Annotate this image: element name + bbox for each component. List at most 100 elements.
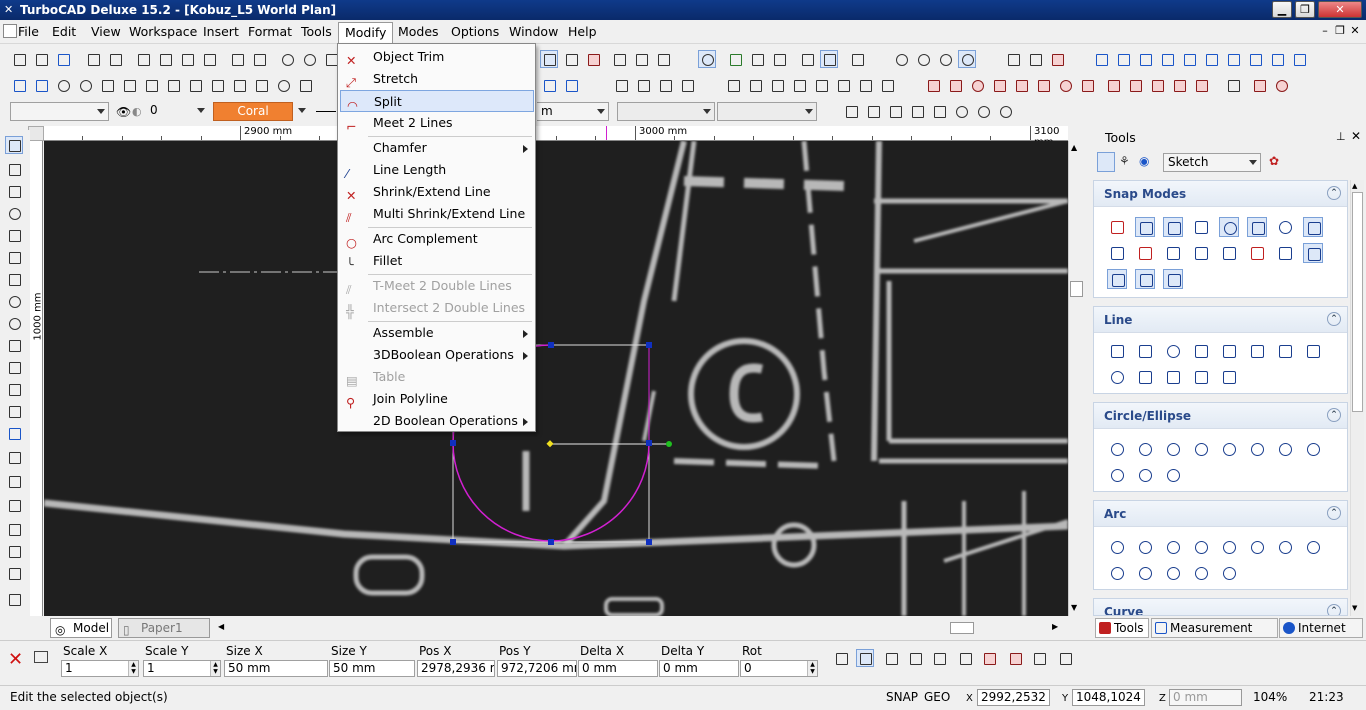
panel-scroll-up-icon[interactable]: ▲ bbox=[1352, 182, 1357, 190]
rectangle-tool-icon[interactable] bbox=[5, 226, 23, 244]
circle-tangent-arc-icon[interactable] bbox=[1303, 439, 1323, 459]
multi-trim-icon[interactable] bbox=[1192, 76, 1210, 94]
scale-icon[interactable] bbox=[656, 76, 674, 94]
rotated-rectangle-icon[interactable] bbox=[1247, 341, 1267, 361]
target-icon[interactable] bbox=[274, 76, 292, 94]
edit-tool-7-icon[interactable] bbox=[980, 649, 998, 667]
ortho-icon[interactable] bbox=[820, 50, 838, 68]
paint-tool-icon[interactable] bbox=[5, 542, 23, 560]
scale-x-field[interactable]: 1 ▲ ▼ bbox=[61, 660, 139, 677]
cylinder-icon[interactable] bbox=[32, 76, 50, 94]
arc-trim-icon[interactable] bbox=[968, 76, 986, 94]
measure-icon[interactable] bbox=[1026, 50, 1044, 68]
rotated-ellipse-icon[interactable] bbox=[1135, 465, 1155, 485]
horizontal-scrollbar[interactable]: ◀ ▶ bbox=[214, 620, 1064, 636]
box-tool-icon[interactable] bbox=[5, 358, 23, 376]
settings-icon[interactable] bbox=[1048, 50, 1066, 68]
snap-toggle-icon[interactable] bbox=[540, 50, 558, 68]
view-side-icon[interactable] bbox=[654, 50, 672, 68]
arc-rotated-icon[interactable] bbox=[1191, 563, 1211, 583]
text-tool-icon[interactable] bbox=[5, 402, 23, 420]
cut-icon[interactable] bbox=[134, 50, 152, 68]
panel-globe-icon[interactable]: ◉ bbox=[1139, 154, 1155, 170]
print-icon[interactable] bbox=[84, 50, 102, 68]
snap-perpendicular-icon[interactable] bbox=[1163, 243, 1183, 263]
cleanup-icon[interactable] bbox=[1250, 76, 1268, 94]
arc-concentric-icon[interactable] bbox=[1135, 537, 1155, 557]
print-preview-icon[interactable] bbox=[106, 50, 124, 68]
wireframe-icon[interactable] bbox=[914, 50, 932, 68]
snap-angle-icon[interactable] bbox=[1163, 269, 1183, 289]
single-line-icon[interactable] bbox=[1107, 341, 1127, 361]
snap-fraction-icon[interactable] bbox=[1135, 269, 1155, 289]
menu-3dboolean-operations[interactable]: 3DBoolean Operations bbox=[340, 344, 534, 366]
pin-icon[interactable]: ⊥ bbox=[1336, 130, 1346, 143]
multi-extend-icon[interactable] bbox=[1170, 76, 1188, 94]
menu-fillet[interactable]: ╰ Fillet bbox=[340, 250, 534, 272]
curve-tool-icon[interactable] bbox=[5, 270, 23, 288]
subtract-icon[interactable] bbox=[562, 76, 580, 94]
scroll-right-icon[interactable]: ▶ bbox=[1052, 622, 1058, 631]
tab-model[interactable]: ◎ Model bbox=[50, 618, 112, 638]
menu-arc-complement[interactable]: ○ Arc Complement bbox=[340, 228, 534, 250]
wedge-icon[interactable] bbox=[120, 76, 138, 94]
snap-align-icon[interactable] bbox=[1247, 243, 1267, 263]
trim-tool-icon[interactable] bbox=[5, 496, 23, 514]
snap-tangent-icon[interactable] bbox=[974, 102, 992, 120]
trim-icon[interactable] bbox=[924, 76, 942, 94]
view-back-icon[interactable] bbox=[1202, 50, 1220, 68]
mdi-close-icon[interactable]: ✕ bbox=[1348, 24, 1362, 37]
snap-center-circle-icon[interactable] bbox=[1275, 217, 1295, 237]
shade-icon[interactable] bbox=[892, 50, 910, 68]
tab-measurement-info[interactable]: Measurement Info bbox=[1151, 618, 1278, 653]
concentric-circle-icon[interactable] bbox=[1135, 439, 1155, 459]
ellipse-fixed-ratio-icon[interactable] bbox=[1163, 465, 1183, 485]
view-orbit-icon[interactable] bbox=[698, 50, 716, 68]
menu-2d-boolean-operations[interactable]: 2D Boolean Operations bbox=[340, 410, 534, 432]
offset-line-icon[interactable] bbox=[1219, 367, 1239, 387]
horizontal-scroll-thumb[interactable] bbox=[950, 622, 974, 634]
menu-modes[interactable]: Modes bbox=[392, 22, 445, 42]
tab-tools[interactable]: Tools bbox=[1095, 618, 1149, 638]
menu-options[interactable]: Options bbox=[445, 22, 505, 42]
solid-tool-icon[interactable] bbox=[5, 520, 23, 538]
zoom-out-icon[interactable] bbox=[300, 50, 318, 68]
tool-mode-combo[interactable]: Sketch bbox=[1163, 153, 1261, 172]
cancel-icon[interactable]: ✕ bbox=[8, 649, 23, 670]
arc-tangent-arc-icon[interactable] bbox=[1303, 537, 1323, 557]
circle-tangent-2-icon[interactable] bbox=[1247, 439, 1267, 459]
vertical-scroll-thumb[interactable] bbox=[1070, 281, 1083, 297]
edit-tool-10-icon[interactable] bbox=[1056, 649, 1074, 667]
arc-tangent-line-icon[interactable] bbox=[1219, 563, 1239, 583]
revolve-icon[interactable] bbox=[186, 76, 204, 94]
pos-y-field[interactable]: 972,7206 mm bbox=[497, 660, 577, 677]
torus-icon[interactable] bbox=[76, 76, 94, 94]
layer-manager-icon[interactable] bbox=[748, 50, 766, 68]
break-icon[interactable] bbox=[990, 76, 1008, 94]
zoom-in-icon[interactable] bbox=[278, 50, 296, 68]
ellipse-icon[interactable] bbox=[1107, 465, 1127, 485]
snap-middle-icon[interactable] bbox=[1191, 217, 1211, 237]
menu-format[interactable]: Format bbox=[242, 22, 298, 42]
panel-scroll-down-icon[interactable]: ▼ bbox=[1352, 604, 1357, 612]
close-button[interactable]: ✕ bbox=[1318, 1, 1362, 18]
parallel-line-icon[interactable] bbox=[1163, 367, 1183, 387]
tab-internet[interactable]: Internet bbox=[1279, 618, 1363, 638]
scroll-left-icon[interactable]: ◀ bbox=[218, 622, 224, 631]
scale-combo[interactable] bbox=[717, 102, 817, 121]
snap-quadrant-icon[interactable] bbox=[930, 102, 948, 120]
circle-tool-icon[interactable] bbox=[5, 204, 23, 222]
bisector-line-icon[interactable] bbox=[1191, 367, 1211, 387]
arc-tangent-icon[interactable] bbox=[1219, 537, 1239, 557]
geo-indicator[interactable]: GEO bbox=[924, 686, 950, 708]
scale-y-field[interactable]: 1 ▲ ▼ bbox=[143, 660, 221, 677]
align-icon[interactable] bbox=[834, 76, 852, 94]
delta-y-field[interactable]: 0 mm bbox=[659, 660, 739, 677]
menu-file[interactable]: File bbox=[12, 22, 45, 42]
intersect-tool-icon[interactable] bbox=[1224, 76, 1242, 94]
snap-parallel-icon[interactable] bbox=[1191, 243, 1211, 263]
snap-intersection-icon[interactable] bbox=[1303, 217, 1323, 237]
box-icon[interactable] bbox=[10, 76, 28, 94]
edit-tool-5-icon[interactable] bbox=[930, 649, 948, 667]
circle-trim-icon[interactable] bbox=[1056, 76, 1074, 94]
